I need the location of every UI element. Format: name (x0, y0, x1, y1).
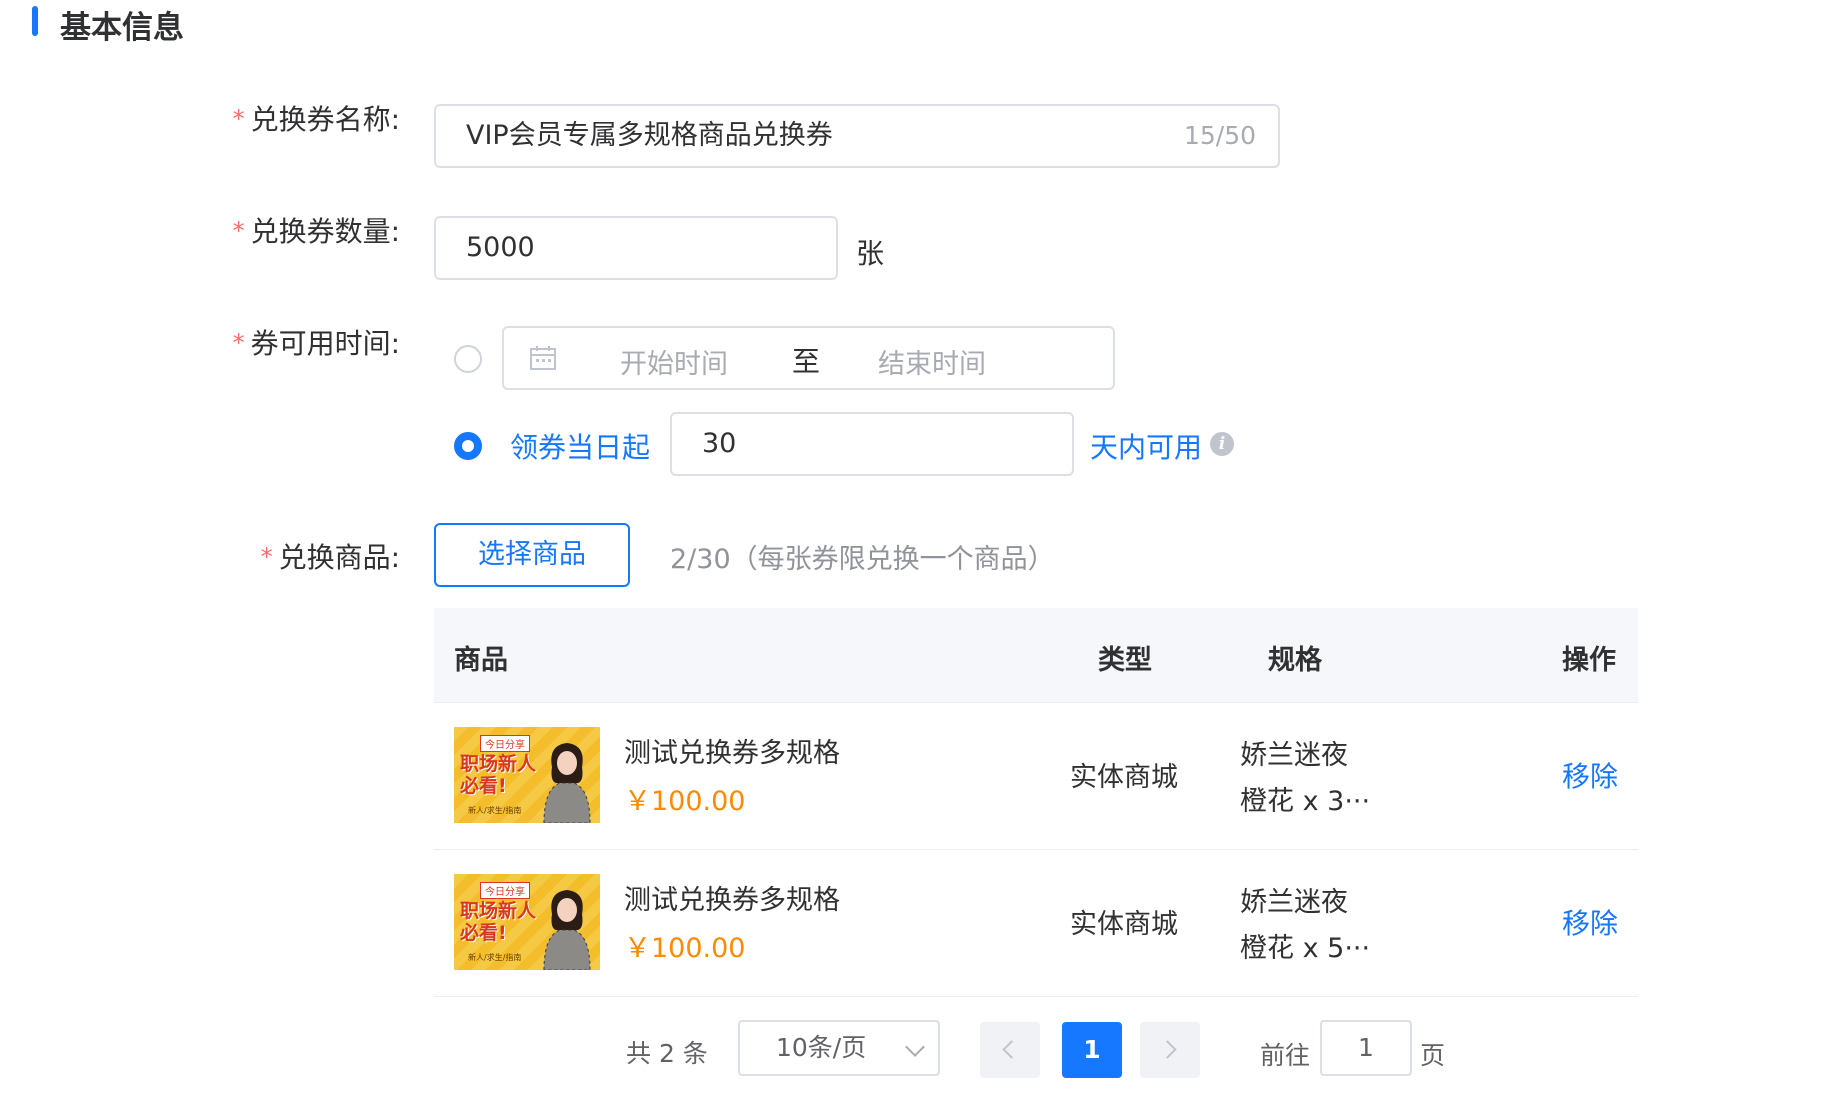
section-title: 基本信息 (60, 10, 184, 46)
range-separator: 至 (792, 345, 821, 378)
product-thumbnail: 今日分享 职场新人 必看! 新人/求生/指南 (454, 727, 600, 823)
remove-link[interactable]: 移除 (1562, 902, 1618, 942)
relative-days-value: 30 (702, 428, 737, 459)
product-type: 实体商城 (1070, 762, 1178, 793)
relative-days-label[interactable]: 领券当日起 (510, 426, 650, 466)
coupon-name-value: VIP会员专属多规格商品兑换券 (466, 120, 833, 151)
products-label-text: 兑换商品: (278, 541, 400, 574)
required-mark: * (232, 217, 245, 245)
header-product: 商品 (454, 645, 508, 676)
required-mark: * (232, 329, 245, 357)
name-label: * 兑换券名称: (233, 98, 400, 138)
thumbnail-headline: 职场新人 必看! (460, 753, 536, 797)
thumbnail-line2: 必看! (460, 922, 507, 944)
quantity-label: * 兑换券数量: (233, 210, 400, 250)
page-size-select[interactable]: 10条/页 (738, 1020, 940, 1076)
relative-days-input[interactable]: 30 (670, 412, 1074, 476)
radio-relative-days[interactable] (454, 432, 482, 460)
relative-days-suffix: 天内可用 (1090, 431, 1203, 464)
section-accent-bar (32, 6, 38, 36)
header-spec: 规格 (1268, 645, 1322, 676)
goto-prefix: 前往 (1260, 1041, 1311, 1070)
table-row: 今日分享 职场新人 必看! 新人/求生/指南 测试兑换券多规格 ￥100.00 实… (434, 703, 1638, 850)
pagination-total: 共 2 条 (626, 1039, 708, 1068)
thumbnail-caption: 新人/求生/指南 (468, 953, 522, 962)
thumbnail-badge: 今日分享 (480, 735, 530, 752)
required-mark: * (260, 543, 273, 571)
thumbnail-headline: 职场新人 必看! (460, 900, 536, 944)
table-row: 今日分享 职场新人 必看! 新人/求生/指南 测试兑换券多规格 ￥100.00 实… (434, 850, 1638, 997)
info-icon[interactable]: i (1210, 432, 1234, 456)
products-count-hint: 2/30（每张券限兑换一个商品） (670, 544, 1055, 575)
thumbnail-caption: 新人/求生/指南 (468, 806, 522, 815)
product-spec-line2: 橙花 x 5··· (1240, 933, 1371, 964)
product-type: 实体商城 (1070, 909, 1178, 940)
coupon-quantity-value: 5000 (466, 232, 535, 263)
prev-page-button[interactable] (980, 1022, 1040, 1078)
thumbnail-line1: 职场新人 (460, 753, 537, 775)
thumbnail-badge: 今日分享 (480, 882, 530, 899)
header-type: 类型 (1098, 645, 1152, 676)
name-label-text: 兑换券名称: (250, 103, 400, 136)
select-products-button[interactable]: 选择商品 (434, 523, 630, 587)
validity-label-text: 券可用时间: (250, 327, 400, 360)
goto-suffix: 页 (1420, 1041, 1446, 1070)
product-thumbnail: 今日分享 职场新人 必看! 新人/求生/指南 (454, 874, 600, 970)
quantity-unit: 张 (856, 237, 885, 270)
radio-date-range[interactable] (454, 345, 482, 373)
date-range-picker[interactable]: 开始时间 至 结束时间 (502, 326, 1115, 390)
required-mark: * (232, 105, 245, 133)
table-header: 商品 类型 规格 操作 (434, 608, 1638, 703)
products-table: 商品 类型 规格 操作 今日分享 职场新人 必看! 新人/求生/指南 测试兑换券多… (434, 608, 1638, 997)
chevron-down-icon (905, 1037, 925, 1057)
calendar-icon (530, 346, 556, 370)
thumbnail-line1: 职场新人 (460, 900, 537, 922)
quantity-label-text: 兑换券数量: (250, 215, 400, 248)
product-spec-line1: 娇兰迷夜 (1240, 740, 1348, 771)
product-spec-line1: 娇兰迷夜 (1240, 887, 1348, 918)
coupon-name-input[interactable]: VIP会员专属多规格商品兑换券 15/50 (434, 104, 1280, 168)
chevron-left-icon (1002, 1040, 1021, 1059)
goto-page-input[interactable]: 1 (1320, 1020, 1412, 1076)
page-size-value: 10条/页 (776, 1033, 867, 1062)
end-time-placeholder[interactable]: 结束时间 (878, 342, 986, 381)
product-price: ￥100.00 (624, 786, 746, 817)
coupon-quantity-input[interactable]: 5000 (434, 216, 838, 280)
page-number-current[interactable]: 1 (1062, 1022, 1122, 1078)
header-action: 操作 (1562, 645, 1616, 676)
chevron-right-icon (1158, 1040, 1177, 1059)
person-illustration (543, 743, 591, 823)
person-illustration (543, 890, 591, 970)
remove-link[interactable]: 移除 (1562, 755, 1618, 795)
product-price: ￥100.00 (624, 933, 746, 964)
product-spec-line2: 橙花 x 3··· (1240, 786, 1371, 817)
product-name: 测试兑换券多规格 (624, 738, 840, 769)
products-label: * 兑换商品: (261, 536, 400, 576)
product-name: 测试兑换券多规格 (624, 885, 840, 916)
start-time-placeholder[interactable]: 开始时间 (620, 342, 728, 381)
char-counter: 15/50 (1183, 121, 1256, 150)
validity-label: * 券可用时间: (233, 322, 400, 362)
thumbnail-line2: 必看! (460, 775, 507, 797)
next-page-button[interactable] (1140, 1022, 1200, 1078)
